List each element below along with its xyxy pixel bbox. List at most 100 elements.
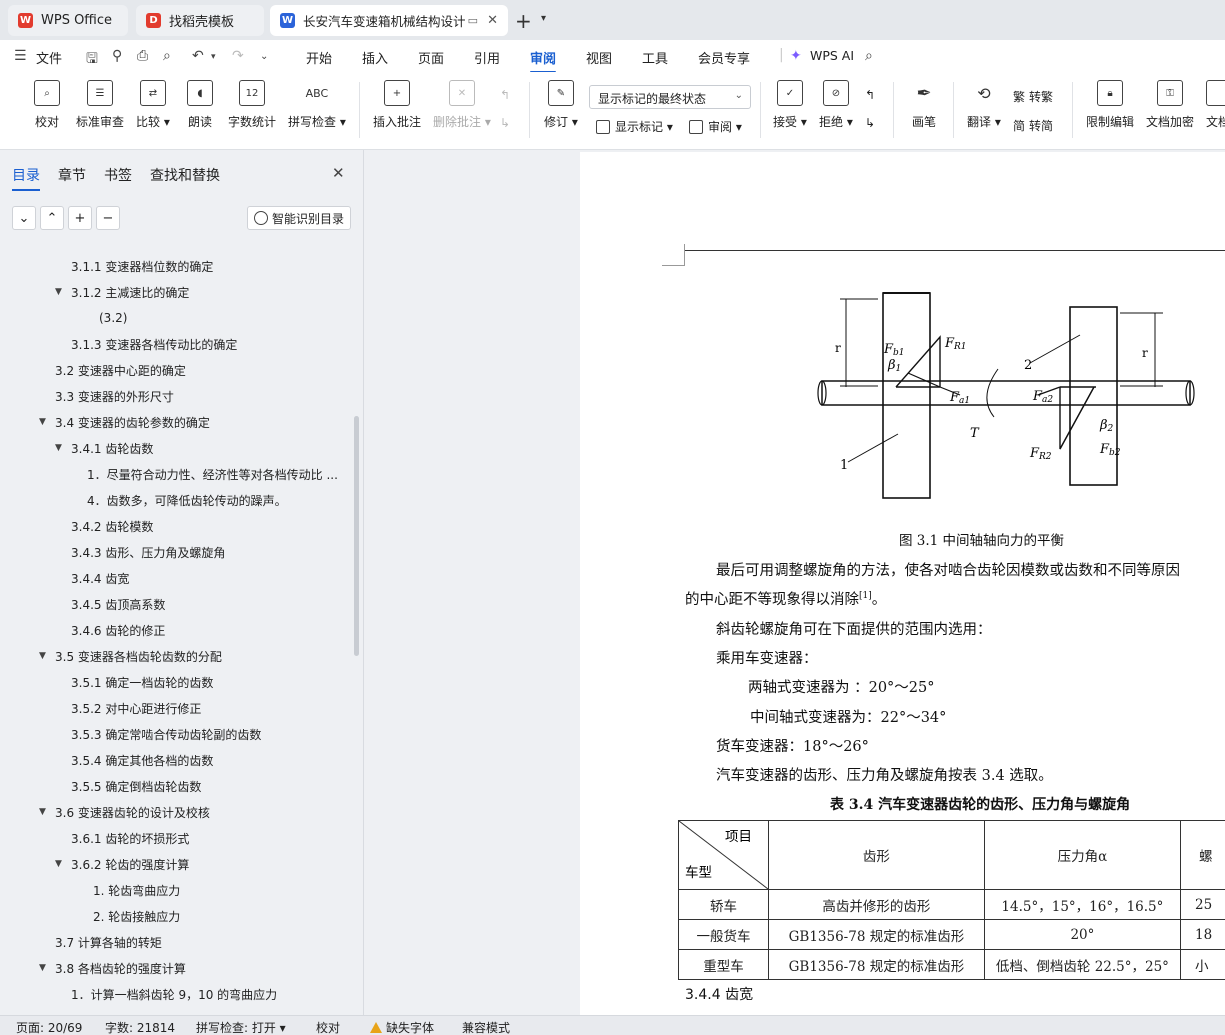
toc-item[interactable]: 3.5.1 确定一档齿轮的齿数 [71, 672, 213, 692]
proof-status[interactable]: 校对 [316, 1019, 340, 1035]
toc-item[interactable]: ▼ 3.6 变速器齿轮的设计及校核 [39, 802, 210, 822]
menu-home[interactable]: 开始 [306, 48, 332, 67]
delete-comment-button[interactable]: ✕ 删除批注 ▾ [433, 80, 491, 130]
markup-state-select[interactable]: 显示标记的最终状态 ⌄ [589, 85, 751, 109]
menu-review[interactable]: 审阅 [530, 48, 557, 73]
toc-item[interactable]: 3.5.3 确定常啮合传动齿轮副的齿数 [71, 724, 261, 744]
word-count-button[interactable]: 12 字数统计 [228, 80, 276, 130]
previous-comment-icon[interactable]: ↰ [500, 88, 510, 102]
revise-button[interactable]: ✎ 修订 ▾ [544, 80, 578, 130]
read-aloud-button[interactable]: ◖ 朗读 [187, 80, 213, 130]
accept-button[interactable]: ✓ 接受 ▾ [773, 80, 807, 130]
toc-item[interactable]: 3.2 变速器中心距的确定 [55, 360, 186, 380]
expand-arrow-icon[interactable]: ▼ [55, 287, 62, 297]
next-comment-icon[interactable]: ↳ [500, 116, 510, 130]
add-heading-button[interactable]: + [68, 206, 92, 230]
redo-icon[interactable]: ↷ [232, 48, 244, 64]
show-markup-button[interactable]: 显示标记 ▾ [596, 118, 673, 135]
toc-item[interactable]: 3.1.3 变速器各档传动比的确定 [71, 334, 237, 354]
doc-rights-button[interactable]: 文档 [1206, 80, 1225, 130]
toc-item[interactable]: ▼ 3.6.2 轮齿的强度计算 [55, 854, 189, 874]
toc-item[interactable]: 3.1.1 变速器档位数的确定 [71, 256, 213, 276]
document-page[interactable]: r r Fb1 FR1 β1 Fa1 2 Fa2 β2 FR2 Fb2 T 1 … [580, 152, 1225, 1015]
review-pane-button[interactable]: 审阅 ▾ [689, 118, 742, 135]
toc-item[interactable]: 3.4.4 齿宽 [71, 568, 129, 588]
search-icon[interactable]: ⌕ [865, 48, 873, 64]
toc-item[interactable]: 3.5.4 确定其他各档的齿数 [71, 750, 213, 770]
menu-tools[interactable]: 工具 [642, 48, 668, 67]
restrict-edit-button[interactable]: 🔒︎ 限制编辑 [1086, 80, 1134, 130]
toc-item[interactable]: 3.4.3 齿形、压力角及螺旋角 [71, 542, 225, 562]
toc-item[interactable]: 3.7 计算各轴的转矩 [55, 932, 162, 952]
toc-item[interactable]: 1. 轮齿弯曲应力 [93, 880, 180, 900]
menu-wps-ai[interactable]: WPS AI [810, 48, 854, 63]
spell-check-button[interactable]: ABC 拼写检查 ▾ [288, 80, 346, 130]
encrypt-button[interactable]: ⚿ 文档加密 [1146, 80, 1194, 130]
toc-item[interactable]: (3.2) [99, 308, 127, 328]
to-simplified-button[interactable]: 简 转简 [1013, 117, 1053, 134]
menu-view[interactable]: 视图 [586, 48, 612, 67]
toc-item[interactable]: 3.5.2 对中心距进行修正 [71, 698, 201, 718]
undo-dropdown-icon[interactable]: ▾ [211, 52, 216, 62]
nav-tab-bookmarks[interactable]: 书签 [104, 165, 132, 185]
print-icon[interactable]: ⎙ [137, 48, 148, 64]
nav-tab-toc[interactable]: 目录 [12, 165, 40, 191]
toc-item[interactable]: 4．齿数多，可降低齿轮传动的躁声。 [87, 490, 287, 510]
menu-references[interactable]: 引用 [474, 48, 500, 67]
page-indicator[interactable]: 页面: 20/69 [16, 1019, 82, 1035]
pen-button[interactable]: ✒ 画笔 [911, 80, 937, 130]
spell-check-status[interactable]: 拼写检查: 打开 ▾ [196, 1019, 286, 1035]
translate-button[interactable]: ⟲ 翻译 ▾ [967, 80, 1001, 130]
toc-item[interactable]: 3.4.5 齿顶高系数 [71, 594, 165, 614]
nav-tab-chapters[interactable]: 章节 [58, 165, 86, 185]
compare-button[interactable]: ⇄ 比较 ▾ [136, 80, 170, 130]
toc-item[interactable]: 1．尽量符合动力性、经济性等对各档传动比 ... [87, 464, 338, 484]
expand-up-button[interactable]: ⌃ [40, 206, 64, 230]
menu-file[interactable]: 文件 [36, 48, 62, 67]
undo-icon[interactable]: ↶ [192, 48, 204, 64]
expand-arrow-icon[interactable]: ▼ [55, 443, 62, 453]
toc-item[interactable]: 3.3 变速器的外形尺寸 [55, 386, 174, 406]
word-count[interactable]: 字数: 21814 [105, 1019, 175, 1035]
scrollbar[interactable] [354, 416, 359, 656]
missing-font-status[interactable]: 缺失字体 [370, 1019, 434, 1035]
link-icon[interactable]: ⚲ [112, 48, 122, 64]
chevron-down-icon[interactable]: ⌄ [260, 51, 268, 62]
expand-arrow-icon[interactable]: ▼ [39, 807, 46, 817]
new-tab-icon[interactable]: + [515, 9, 532, 33]
to-traditional-button[interactable]: 繁 转繁 [1013, 88, 1053, 105]
next-change-icon[interactable]: ↳ [865, 116, 875, 130]
tab-docer-templates[interactable]: D 找稻壳模板 [136, 5, 264, 36]
expand-arrow-icon[interactable]: ▼ [39, 651, 46, 661]
print-preview-icon[interactable]: ⌕ [163, 48, 171, 64]
toc-item[interactable]: ▼ 3.4 变速器的齿轮参数的确定 [39, 412, 210, 432]
save-icon[interactable]: 🖫 [86, 48, 98, 72]
toc-item[interactable]: 3.6.1 齿轮的坏损形式 [71, 828, 189, 848]
previous-change-icon[interactable]: ↰ [865, 88, 875, 102]
menu-insert[interactable]: 插入 [362, 48, 388, 67]
toc-item[interactable]: ▼ 3.5 变速器各档齿轮齿数的分配 [39, 646, 222, 666]
wps-ai-icon[interactable]: ✦ [790, 48, 802, 64]
chevron-down-icon[interactable]: ▾ [541, 13, 546, 24]
menu-membership[interactable]: 会员专享 [698, 48, 750, 67]
toc-item[interactable]: 1．计算一档斜齿轮 9，10 的弯曲应力 [71, 984, 277, 1004]
expand-arrow-icon[interactable]: ▼ [39, 963, 46, 973]
smart-toc-button[interactable]: 智能识别目录 [247, 206, 352, 230]
collapse-button[interactable]: ⌄ [12, 206, 36, 230]
toc-item[interactable]: 3.4.6 齿轮的修正 [71, 620, 165, 640]
hamburger-icon[interactable]: ☰ [14, 48, 27, 64]
monitor-icon[interactable]: ▭ [468, 14, 478, 27]
insert-comment-button[interactable]: + 插入批注 [373, 80, 421, 130]
close-icon[interactable]: ✕ [332, 164, 345, 182]
expand-arrow-icon[interactable]: ▼ [39, 417, 46, 427]
expand-arrow-icon[interactable]: ▼ [55, 859, 62, 869]
nav-tab-find-replace[interactable]: 查找和替换 [150, 165, 220, 185]
toc-item[interactable]: 2. 轮齿接触应力 [93, 906, 180, 926]
toc-item[interactable]: ▼ 3.4.1 齿轮齿数 [55, 438, 153, 458]
reject-button[interactable]: ⊘ 拒绝 ▾ [819, 80, 853, 130]
toc-item[interactable]: 3.5.5 确定倒档齿轮齿数 [71, 776, 201, 796]
toc-item[interactable]: ▼ 3.1.2 主减速比的确定 [55, 282, 189, 302]
menu-page[interactable]: 页面 [418, 48, 444, 67]
tab-wps-office[interactable]: W WPS Office [8, 5, 128, 36]
toc-item[interactable]: ▼ 3.8 各档齿轮的强度计算 [39, 958, 186, 978]
